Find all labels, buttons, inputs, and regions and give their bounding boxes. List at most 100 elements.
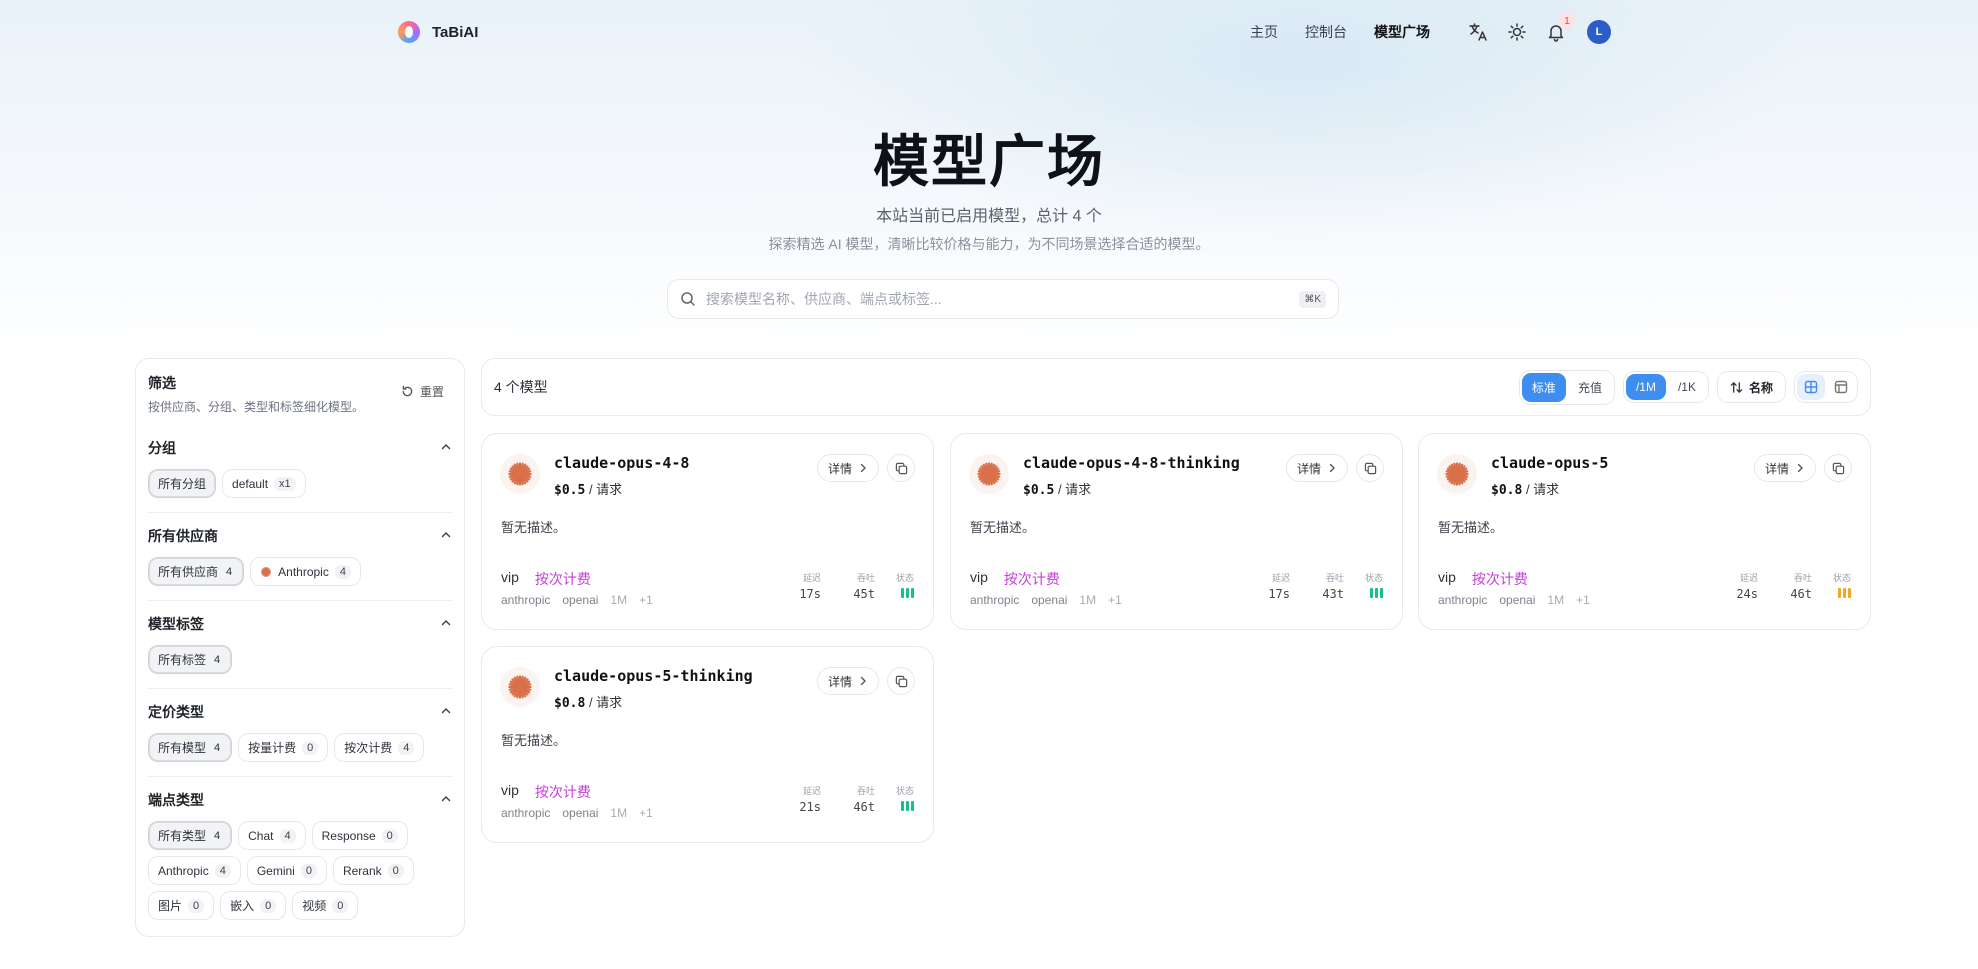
model-tag: 1M xyxy=(610,593,628,607)
filter-chip[interactable]: 按次计费 4 xyxy=(334,733,425,762)
model-tag: openai xyxy=(562,806,599,820)
model-name: claude-opus-4-8 xyxy=(554,454,690,472)
model-card[interactable]: claude-opus-4-8-thinking $0.5 / 请求 详情 暂无… xyxy=(950,433,1403,630)
filter-chip[interactable]: 所有供应商 4 xyxy=(148,557,245,586)
filter-group-header[interactable]: 分组 xyxy=(148,438,452,458)
filter-chip[interactable]: 所有类型 4 xyxy=(148,821,233,850)
copy-icon[interactable] xyxy=(887,667,915,695)
filter-chip[interactable]: Response 0 xyxy=(311,821,408,850)
nav-link-model-square[interactable]: 模型广场 xyxy=(1374,22,1430,42)
unit-per-1m[interactable]: /1M xyxy=(1625,374,1666,400)
filter-chip[interactable]: 所有模型 4 xyxy=(148,733,233,762)
filter-chip[interactable]: Rerank 0 xyxy=(332,856,414,885)
latency-label: 延迟 xyxy=(1739,573,1758,583)
copy-icon[interactable] xyxy=(1356,454,1384,482)
chevron-up-icon[interactable] xyxy=(440,616,452,632)
filter-chip[interactable]: 图片 0 xyxy=(148,891,215,920)
model-card[interactable]: claude-opus-5-thinking $0.8 / 请求 详情 暂无描述… xyxy=(481,646,934,843)
nav-link-console[interactable]: 控制台 xyxy=(1305,22,1347,42)
bell-icon[interactable]: 1 xyxy=(1546,13,1575,43)
filter-group-header[interactable]: 定价类型 xyxy=(148,702,452,722)
search-input[interactable] xyxy=(706,291,1300,307)
detail-button[interactable]: 详情 xyxy=(1285,454,1348,482)
detail-button[interactable]: 详情 xyxy=(1753,454,1816,482)
filter-group-header[interactable]: 端点类型 xyxy=(148,790,452,810)
latency-metric: 延迟 24s xyxy=(1736,571,1758,601)
chevron-right-icon xyxy=(860,463,866,473)
filter-chip[interactable]: Chat 4 xyxy=(238,821,306,850)
copy-icon[interactable] xyxy=(887,454,915,482)
filter-group: 定价类型 所有模型 4 按量计费 0 按次计费 4 xyxy=(148,688,452,776)
grid-view-icon[interactable] xyxy=(1797,374,1825,400)
filter-chip[interactable]: 嵌入 0 xyxy=(220,891,287,920)
model-name: claude-opus-4-8-thinking xyxy=(1023,454,1240,472)
model-price-unit: / 请求 xyxy=(1525,482,1560,497)
table-view-icon[interactable] xyxy=(1827,374,1855,400)
filter-group: 所有供应商 所有供应商 4 Anthropic 4 xyxy=(148,512,452,600)
status-label: 状态 xyxy=(1832,573,1851,583)
filter-chip-label: Chat xyxy=(248,828,274,843)
model-price: $0.8 / 请求 xyxy=(554,692,622,711)
throughput-label: 吞吐 xyxy=(1325,573,1344,583)
status-bars xyxy=(896,801,914,811)
filter-chip[interactable]: Anthropic 4 xyxy=(250,557,361,586)
model-card[interactable]: claude-opus-5 $0.8 / 请求 详情 暂无描述。 vip 按次计… xyxy=(1418,433,1871,630)
price-mode-standard[interactable]: 标准 xyxy=(1521,372,1566,402)
anthropic-icon xyxy=(500,667,540,707)
model-price-value: $0.5 xyxy=(554,483,586,498)
model-group-row: vip 按次计费 xyxy=(501,782,591,802)
model-tag: openai xyxy=(1499,593,1536,607)
nav-link-home[interactable]: 主页 xyxy=(1250,22,1278,42)
model-name: claude-opus-5 xyxy=(1491,454,1609,472)
copy-icon[interactable] xyxy=(1824,454,1852,482)
filter-chip-label: 按次计费 xyxy=(344,741,393,755)
model-group-row: vip 按次计费 xyxy=(1438,569,1528,589)
avatar[interactable]: L xyxy=(1587,20,1611,44)
throughput-metric: 吞吐 43t xyxy=(1322,571,1344,601)
filter-chip[interactable]: 所有标签 4 xyxy=(148,645,233,674)
status-label: 状态 xyxy=(895,573,914,583)
chevron-up-icon[interactable] xyxy=(440,792,452,808)
unit-per-1k[interactable]: /1K xyxy=(1668,374,1706,400)
filter-chip-count: 4 xyxy=(226,565,233,578)
translate-icon[interactable] xyxy=(1468,21,1488,43)
latency-value: 24s xyxy=(1736,587,1758,601)
filter-chip[interactable]: 视频 0 xyxy=(292,891,359,920)
filter-chip-label: 按量计费 xyxy=(248,741,297,755)
model-tags: anthropic openai 1M +1 xyxy=(501,593,653,607)
status-metric: 状态 xyxy=(896,571,914,598)
status-metric: 状态 xyxy=(896,784,914,811)
status-metric: 状态 xyxy=(1365,571,1383,598)
chevron-up-icon[interactable] xyxy=(440,440,452,456)
reset-button[interactable]: 重置 xyxy=(401,383,444,400)
filter-chip-count: 4 xyxy=(334,564,351,579)
filter-chip-count: 0 xyxy=(260,898,277,913)
filter-group-header[interactable]: 所有供应商 xyxy=(148,526,452,546)
app-name: TaBiAI xyxy=(432,23,479,41)
throughput-value: 46t xyxy=(1790,587,1812,601)
sort-button[interactable]: 名称 xyxy=(1716,371,1786,403)
filter-group: 分组 所有分组 default x1 xyxy=(148,425,452,512)
throughput-value: 43t xyxy=(1322,587,1344,601)
chevron-up-icon[interactable] xyxy=(440,704,452,720)
detail-label: 详情 xyxy=(1764,461,1789,476)
theme-toggle-icon[interactable] xyxy=(1507,21,1527,43)
filter-group-header[interactable]: 模型标签 xyxy=(148,614,452,634)
filter-chip[interactable]: 按量计费 0 xyxy=(238,733,329,762)
filter-chip[interactable]: Anthropic 4 xyxy=(148,856,241,885)
latency-label: 延迟 xyxy=(802,573,821,583)
model-description: 暂无描述。 xyxy=(501,520,567,535)
model-tag: anthropic xyxy=(501,593,551,607)
model-group: vip xyxy=(501,782,519,798)
model-tag: +1 xyxy=(639,806,653,820)
model-card[interactable]: claude-opus-4-8 $0.5 / 请求 详情 暂无描述。 vip 按… xyxy=(481,433,934,630)
filter-chip-count: 0 xyxy=(332,898,349,913)
detail-button[interactable]: 详情 xyxy=(816,454,879,482)
brand[interactable]: TaBiAI xyxy=(398,21,478,43)
filter-chip[interactable]: 所有分组 xyxy=(148,469,217,498)
filter-chip[interactable]: Gemini 0 xyxy=(246,856,327,885)
filter-chip[interactable]: default x1 xyxy=(222,469,306,498)
detail-button[interactable]: 详情 xyxy=(816,667,879,695)
chevron-up-icon[interactable] xyxy=(440,528,452,544)
price-mode-recharge[interactable]: 充值 xyxy=(1568,373,1612,402)
